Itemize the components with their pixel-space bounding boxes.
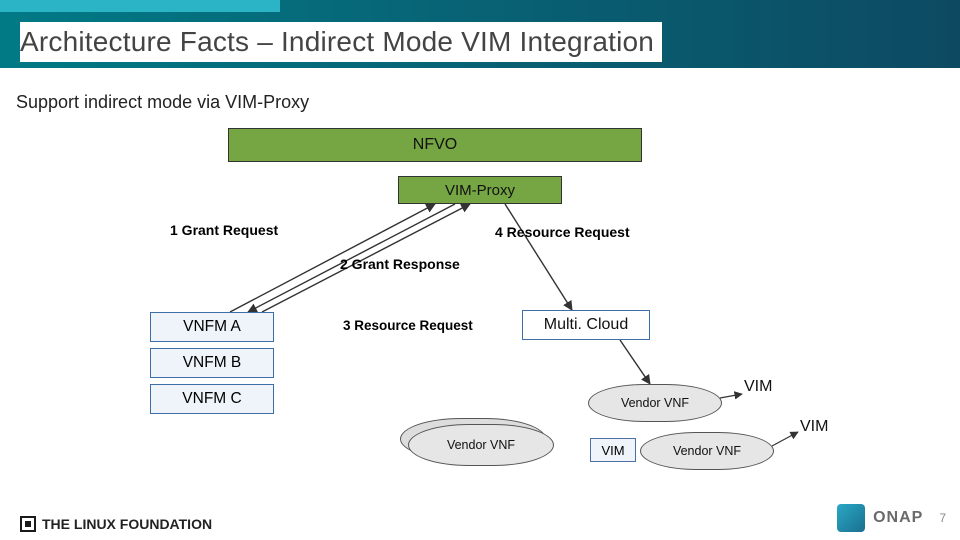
vim-proxy-block: VIM-Proxy <box>398 176 562 204</box>
multicloud-block: Multi. Cloud <box>522 310 650 340</box>
label-grant-request: 1 Grant Request <box>170 222 278 238</box>
vnfm-stack: VNFM A VNFM B VNFM C <box>150 312 274 420</box>
vim-label-2: VIM <box>800 418 828 436</box>
slide-title: Architecture Facts – Indirect Mode VIM I… <box>20 22 662 62</box>
page-number: 7 <box>939 511 946 525</box>
label-grant-response: 2 Grant Response <box>340 256 460 272</box>
vnfm-a: VNFM A <box>150 312 274 342</box>
footer-right: ONAP 7 <box>837 504 946 532</box>
cloud-vendor-vnf-2: Vendor VNF <box>588 384 722 422</box>
label-resource-request-4: 4 Resource Request <box>495 224 630 240</box>
vnfm-c: VNFM C <box>150 384 274 414</box>
linux-foundation-icon <box>20 516 36 532</box>
vnfm-b: VNFM B <box>150 348 274 378</box>
cloud-vendor-vnf-1-text: Vendor VNF <box>447 438 515 452</box>
footer-left: THE LINUX FOUNDATION <box>20 516 212 532</box>
cloud-vendor-vnf-3: Vendor VNF <box>640 432 774 470</box>
footer-left-text: THE LINUX FOUNDATION <box>42 516 212 532</box>
cloud-vendor-vnf-2-text: Vendor VNF <box>621 396 689 410</box>
title-bar-accent <box>0 0 280 12</box>
vim-label-1: VIM <box>744 378 772 396</box>
onap-brand-text: ONAP <box>873 509 923 527</box>
slide-subtitle: Support indirect mode via VIM-Proxy <box>16 92 309 113</box>
cloud-vendor-vnf-3-text: Vendor VNF <box>673 444 741 458</box>
nfvo-block: NFVO <box>228 128 642 162</box>
slide-root: { "title": "Architecture Facts – Indirec… <box>0 0 960 540</box>
label-resource-request-3: 3 Resource Request <box>343 318 473 333</box>
onap-icon <box>837 504 865 532</box>
cloud-vendor-vnf-1: Vendor VNF <box>408 424 554 466</box>
vim-box: VIM <box>590 438 636 462</box>
